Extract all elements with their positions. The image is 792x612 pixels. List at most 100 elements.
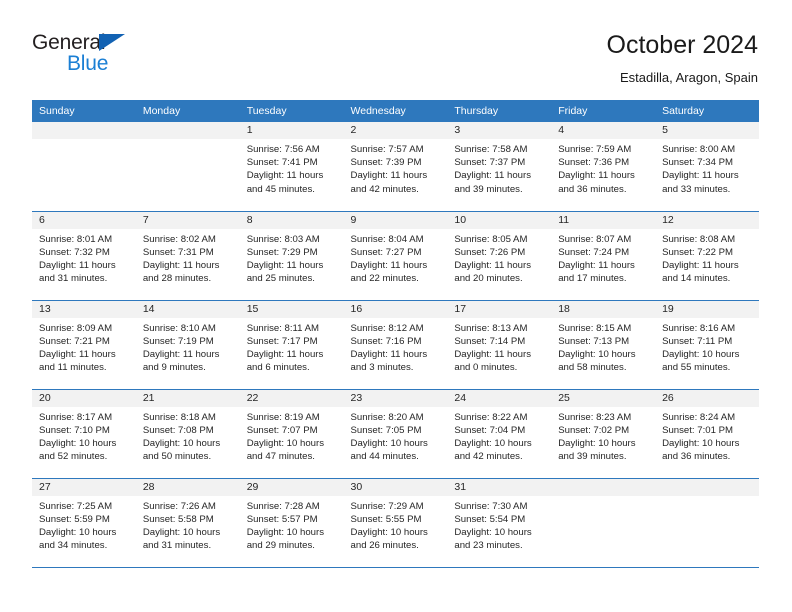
weekday-header-tuesday: Tuesday — [239, 100, 344, 122]
sunrise-text: Sunrise: 7:57 AM — [350, 144, 424, 155]
calendar-day-cell[interactable]: 14 Sunrise: 8:10 AM Sunset: 7:19 PM Dayligh… — [135, 300, 240, 390]
day-number: 29 — [239, 478, 344, 496]
page-header: General Blue October 2024 Estadilla, Ara… — [0, 0, 792, 100]
location-subtitle: Estadilla, Aragon, Spain — [619, 69, 758, 85]
daylight-line-2: and 47 minutes. — [246, 451, 315, 463]
calendar-day-cell[interactable]: 25 Sunrise: 8:23 AM Sunset: 7:02 PM Dayligh… — [551, 389, 656, 479]
daylight-line-2: and 33 minutes. — [662, 183, 731, 195]
calendar-day-cell[interactable]: 8 Sunrise: 8:03 AM Sunset: 7:29 PM Daylight… — [239, 211, 344, 301]
daylight-line-2: and 9 minutes. — [142, 362, 206, 374]
calendar-day-cell[interactable]: 6 Sunrise: 8:01 AM Sunset: 7:32 PM Daylight… — [32, 211, 136, 301]
sunrise-text: Sunrise: 8:02 AM — [142, 233, 216, 245]
daylight-line-1: Daylight: 11 hours — [454, 170, 531, 182]
day-details: Sunrise: 8:10 AM Sunset: 7:19 PM Daylight:… — [136, 318, 240, 375]
calendar-day-cell[interactable]: 23 Sunrise: 8:20 AM Sunset: 7:05 PM Dayligh… — [343, 389, 448, 479]
daylight-line-1: Daylight: 10 hours — [142, 437, 221, 449]
sunrise-text: Sunrise: 7:25 AM — [39, 500, 113, 512]
day-details: Sunrise: 8:09 AM Sunset: 7:21 PM Daylight:… — [32, 318, 136, 375]
calendar-day-cell[interactable]: 5 Sunrise: 8:00 AM Sunset: 7:34 PM Daylight… — [655, 122, 759, 212]
day-number: 10 — [447, 211, 552, 229]
calendar-day-cell[interactable]: 11 Sunrise: 8:07 AM Sunset: 7:24 PM Dayligh… — [551, 211, 656, 301]
sunset-text: Sunset: 5:59 PM — [39, 513, 110, 525]
day-number: 31 — [447, 478, 552, 496]
day-number: 18 — [551, 300, 656, 318]
calendar-day-cell-empty — [32, 122, 136, 212]
calendar-day-cell[interactable]: 2 Sunrise: 7:57 AM Sunset: 7:39 PM Daylight… — [343, 122, 448, 212]
sunset-text: Sunset: 5:55 PM — [350, 513, 422, 525]
calendar-day-cell[interactable]: 21 Sunrise: 8:18 AM Sunset: 7:08 PM Dayligh… — [135, 389, 240, 479]
calendar-day-cell[interactable]: 17 Sunrise: 8:13 AM Sunset: 7:14 PM Dayligh… — [447, 300, 552, 390]
calendar-day-cell[interactable]: 24 Sunrise: 8:22 AM Sunset: 7:04 PM Dayligh… — [447, 389, 552, 479]
daylight-line-1: Daylight: 10 hours — [662, 348, 740, 360]
daylight-line-2: and 58 minutes. — [558, 362, 627, 374]
calendar-day-cell[interactable]: 1 Sunrise: 7:56 AM Sunset: 7:41 PM Daylight… — [239, 122, 344, 212]
day-details: Sunrise: 8:16 AM Sunset: 7:11 PM Daylight:… — [655, 318, 759, 375]
daylight-line-1: Daylight: 11 hours — [558, 259, 635, 271]
calendar-day-cell[interactable]: 10 Sunrise: 8:05 AM Sunset: 7:26 PM Dayligh… — [447, 211, 552, 301]
daylight-line-1: Daylight: 10 hours — [39, 437, 117, 449]
sunrise-text: Sunrise: 8:20 AM — [350, 411, 424, 423]
daylight-line-2: and 25 minutes. — [246, 273, 315, 285]
day-number: 6 — [32, 211, 136, 229]
daylight-line-2: and 14 minutes. — [662, 273, 731, 285]
calendar-day-cell[interactable]: 20 Sunrise: 8:17 AM Sunset: 7:10 PM Dayligh… — [32, 389, 136, 479]
sunrise-text: Sunrise: 8:07 AM — [558, 233, 632, 245]
daylight-line-2: and 11 minutes. — [39, 362, 107, 374]
day-number: 7 — [135, 211, 240, 229]
day-details: Sunrise: 7:30 AM Sunset: 5:54 PM Daylight:… — [447, 496, 551, 553]
calendar-day-cell[interactable]: 31 Sunrise: 7:30 AM Sunset: 5:54 PM Dayligh… — [447, 478, 552, 568]
weekday-header-saturday: Saturday — [655, 100, 759, 122]
calendar-day-cell[interactable]: 22 Sunrise: 8:19 AM Sunset: 7:07 PM Dayligh… — [239, 389, 344, 479]
calendar-day-cell[interactable]: 4 Sunrise: 7:59 AM Sunset: 7:36 PM Daylight… — [551, 122, 656, 212]
daylight-line-1: Daylight: 10 hours — [142, 526, 221, 538]
day-details: Sunrise: 8:19 AM Sunset: 7:07 PM Daylight:… — [240, 407, 344, 464]
calendar-day-cell[interactable]: 28 Sunrise: 7:26 AM Sunset: 5:58 PM Dayligh… — [135, 478, 240, 568]
sunset-text: Sunset: 7:07 PM — [246, 424, 318, 436]
day-number: 3 — [447, 122, 552, 139]
calendar-table: Sunday Monday Tuesday Wednesday Thursday… — [32, 100, 759, 568]
calendar-day-cell[interactable]: 18 Sunrise: 8:15 AM Sunset: 7:13 PM Dayligh… — [551, 300, 656, 390]
sunset-text: Sunset: 7:37 PM — [454, 157, 526, 169]
daylight-line-1: Daylight: 10 hours — [350, 437, 428, 449]
calendar-head: Sunday Monday Tuesday Wednesday Thursday… — [32, 100, 759, 122]
calendar-day-cell[interactable]: 29 Sunrise: 7:28 AM Sunset: 5:57 PM Dayligh… — [239, 478, 344, 568]
calendar-day-cell[interactable]: 7 Sunrise: 8:02 AM Sunset: 7:31 PM Daylight… — [135, 211, 240, 301]
calendar-day-cell[interactable]: 26 Sunrise: 8:24 AM Sunset: 7:01 PM Dayligh… — [655, 389, 759, 479]
sunrise-text: Sunrise: 8:18 AM — [142, 411, 216, 423]
daylight-line-2: and 26 minutes. — [350, 540, 419, 552]
sunset-text: Sunset: 7:17 PM — [246, 335, 318, 347]
weekday-header-thursday: Thursday — [447, 100, 552, 122]
calendar-day-cell[interactable]: 9 Sunrise: 8:04 AM Sunset: 7:27 PM Daylight… — [343, 211, 448, 301]
calendar-day-cell[interactable]: 30 Sunrise: 7:29 AM Sunset: 5:55 PM Dayligh… — [343, 478, 448, 568]
calendar-day-cell[interactable]: 19 Sunrise: 8:16 AM Sunset: 7:11 PM Dayligh… — [655, 300, 759, 390]
daylight-line-1: Daylight: 11 hours — [142, 259, 220, 271]
calendar-day-cell[interactable]: 15 Sunrise: 8:11 AM Sunset: 7:17 PM Dayligh… — [239, 300, 344, 390]
day-number-band — [655, 478, 759, 496]
calendar-day-cell-empty — [655, 478, 759, 568]
day-number: 19 — [655, 300, 759, 318]
daylight-line-1: Daylight: 11 hours — [662, 259, 739, 271]
calendar-week-row: 6 Sunrise: 8:01 AM Sunset: 7:32 PM Daylight… — [32, 211, 759, 301]
day-details: Sunrise: 8:05 AM Sunset: 7:26 PM Daylight:… — [447, 229, 551, 286]
calendar-day-cell[interactable]: 13 Sunrise: 8:09 AM Sunset: 7:21 PM Dayligh… — [32, 300, 136, 390]
sunrise-text: Sunrise: 8:04 AM — [350, 233, 424, 245]
day-number: 14 — [135, 300, 240, 318]
daylight-line-2: and 52 minutes. — [39, 451, 108, 463]
sunset-text: Sunset: 7:29 PM — [246, 246, 318, 258]
calendar-day-cell[interactable]: 16 Sunrise: 8:12 AM Sunset: 7:16 PM Dayligh… — [343, 300, 448, 390]
daylight-line-2: and 31 minutes. — [142, 540, 212, 552]
daylight-line-2: and 6 minutes. — [246, 362, 310, 374]
calendar-day-cell[interactable]: 12 Sunrise: 8:08 AM Sunset: 7:22 PM Dayligh… — [655, 211, 759, 301]
sunrise-text: Sunrise: 8:17 AM — [39, 411, 113, 423]
sunrise-text: Sunrise: 8:16 AM — [662, 322, 736, 334]
sunset-text: Sunset: 5:57 PM — [246, 513, 318, 525]
day-details: Sunrise: 8:08 AM Sunset: 7:22 PM Daylight:… — [655, 229, 759, 286]
sunrise-text: Sunrise: 8:08 AM — [662, 233, 736, 245]
calendar-day-cell[interactable]: 3 Sunrise: 7:58 AM Sunset: 7:37 PM Daylight… — [447, 122, 552, 212]
calendar-day-cell[interactable]: 27 Sunrise: 7:25 AM Sunset: 5:59 PM Dayligh… — [32, 478, 136, 568]
weekday-header-wednesday: Wednesday — [343, 100, 448, 122]
sunrise-text: Sunrise: 7:56 AM — [246, 144, 320, 155]
calendar-day-cell-empty — [551, 478, 656, 568]
daylight-line-1: Daylight: 11 hours — [142, 348, 220, 360]
sunset-text: Sunset: 7:04 PM — [454, 424, 526, 436]
